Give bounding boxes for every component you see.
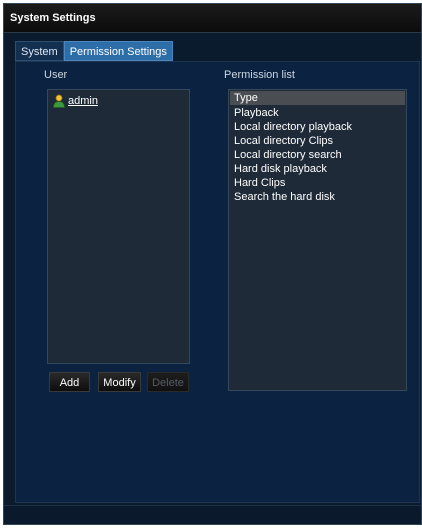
permission-item[interactable]: Hard disk playback	[234, 162, 352, 176]
permission-item[interactable]: Search the hard disk	[234, 190, 352, 204]
modify-button[interactable]: Modify	[98, 372, 141, 392]
user-name: admin	[68, 95, 98, 107]
user-item-admin[interactable]: admin	[52, 93, 98, 109]
user-icon	[52, 94, 66, 108]
permission-list[interactable]: Type Playback Local directory playback L…	[228, 89, 407, 391]
user-list[interactable]: admin	[47, 89, 190, 364]
settings-tabs: System Permission Settings	[15, 41, 173, 61]
title-bar[interactable]: System Settings	[4, 4, 421, 33]
permission-items: Playback Local directory playback Local …	[234, 106, 352, 204]
status-bar	[4, 505, 421, 524]
permission-list-header[interactable]: Type	[230, 91, 405, 105]
tab-system[interactable]: System	[15, 41, 64, 61]
permission-item[interactable]: Playback	[234, 106, 352, 120]
permission-item[interactable]: Local directory playback	[234, 120, 352, 134]
permission-item[interactable]: Local directory Clips	[234, 134, 352, 148]
user-section-label: User	[44, 69, 68, 81]
delete-button[interactable]: Delete	[147, 372, 189, 392]
tab-permission-settings[interactable]: Permission Settings	[63, 41, 173, 61]
permission-item[interactable]: Hard Clips	[234, 176, 352, 190]
add-button[interactable]: Add	[49, 372, 90, 392]
permission-list-label: Permission list	[224, 69, 295, 81]
window-title: System Settings	[10, 12, 96, 24]
permission-item[interactable]: Local directory search	[234, 148, 352, 162]
system-settings-window: System Settings System Permission Settin…	[3, 3, 422, 525]
